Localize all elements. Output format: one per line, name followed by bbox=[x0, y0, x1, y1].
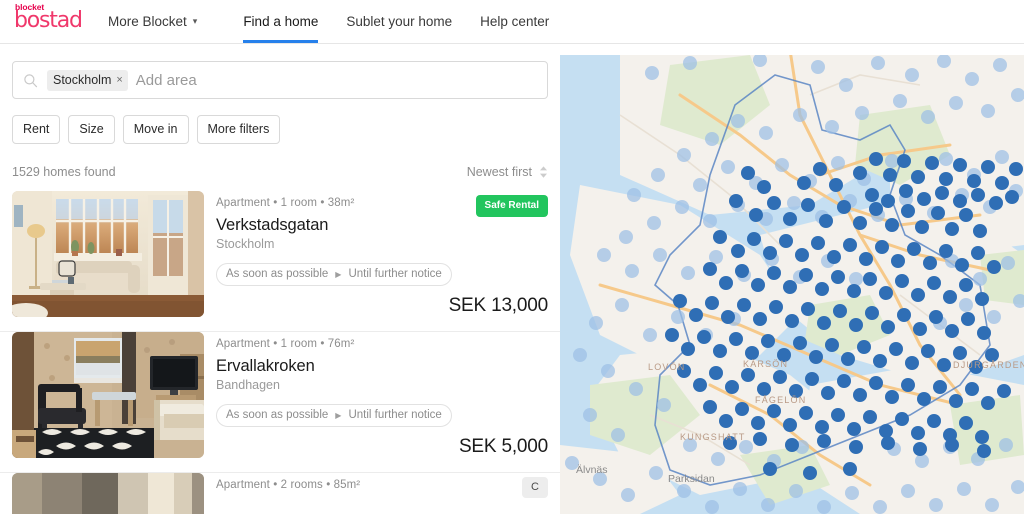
results-count: 1529 homes found bbox=[12, 165, 116, 179]
listing-meta: Apartment • 2 rooms • 85m² bbox=[216, 479, 361, 491]
status-badge: Safe Rental bbox=[475, 195, 548, 217]
sort-label: Newest first bbox=[466, 165, 532, 179]
filter-button-rent[interactable]: Rent bbox=[12, 115, 61, 144]
listing-title: Ervallakroken bbox=[216, 357, 315, 375]
listing-card[interactable]: Apartment • 2 rooms • 85m² C bbox=[0, 473, 560, 514]
main-navigation: More Blocket ▾ Find a home Sublet your h… bbox=[108, 0, 577, 43]
search-icon bbox=[24, 73, 38, 87]
availability-until: Until further notice bbox=[348, 268, 442, 280]
filter-button-move-in[interactable]: Move in bbox=[122, 115, 189, 144]
search-results-panel: Stockholm × Add area Rent Size Move in M… bbox=[0, 44, 560, 514]
nav-item-label: Sublet your home bbox=[346, 14, 453, 29]
filter-bar: Rent Size Move in More filters bbox=[0, 99, 560, 144]
search-input[interactable]: Stockholm × Add area bbox=[12, 61, 548, 99]
availability-from: As soon as possible bbox=[226, 268, 329, 280]
nav-item-help-center[interactable]: Help center bbox=[480, 0, 549, 43]
listing-details: Apartment • 1 room • 38m² Verkstadsgatan… bbox=[204, 191, 548, 317]
listing-list: Apartment • 1 room • 38m² Verkstadsgatan… bbox=[0, 191, 560, 514]
site-header: blocket bostad More Blocket ▾ Find a hom… bbox=[0, 0, 1024, 44]
listing-location: Stockholm bbox=[216, 237, 275, 251]
map-label: Älvnäs bbox=[576, 464, 608, 476]
listing-thumbnail[interactable] bbox=[12, 332, 204, 458]
search-area: Stockholm × Add area bbox=[0, 44, 560, 99]
map-label: FÅGELÖN bbox=[755, 395, 806, 405]
listing-card[interactable]: Apartment • 1 room • 76m² Ervallakroken … bbox=[0, 332, 560, 473]
map-panel[interactable]: LOVÖN KÄRSÖN FÅGELÖN KUNGSHATT DJURGÅRDE… bbox=[560, 55, 1024, 514]
listing-availability: As soon as possible ▶ Until further noti… bbox=[216, 404, 452, 427]
listing-thumbnail[interactable] bbox=[12, 191, 204, 317]
logo[interactable]: blocket bostad bbox=[14, 3, 86, 32]
listing-location: Bandhagen bbox=[216, 378, 280, 392]
nav-item-label: Find a home bbox=[243, 14, 319, 29]
logo-bostad-text: bostad bbox=[14, 7, 83, 33]
nav-item-find-a-home[interactable]: Find a home bbox=[243, 0, 318, 43]
filter-button-size[interactable]: Size bbox=[68, 115, 115, 144]
area-chip-label: Stockholm bbox=[53, 72, 112, 87]
listing-thumbnail[interactable] bbox=[12, 473, 204, 514]
listing-price: SEK 5,000 bbox=[458, 436, 548, 457]
living-room-with-bay-windows-image bbox=[12, 191, 204, 317]
area-chip-stockholm[interactable]: Stockholm × bbox=[47, 69, 128, 91]
nav-item-more-blocket[interactable]: More Blocket ▾ bbox=[108, 0, 197, 43]
beige-toned-interior-image bbox=[12, 473, 204, 514]
listing-title: Verkstadsgatan bbox=[216, 216, 329, 234]
availability-until: Until further notice bbox=[348, 409, 442, 421]
listing-price: SEK 13,000 bbox=[448, 295, 549, 316]
search-placeholder: Add area bbox=[135, 71, 197, 89]
status-badge: C bbox=[522, 477, 548, 498]
chevron-down-icon: ▾ bbox=[192, 16, 198, 26]
sort-control[interactable]: Newest first bbox=[467, 165, 548, 179]
listing-details: Apartment • 2 rooms • 85m² C bbox=[204, 473, 548, 514]
stockholm-map: LOVÖN KÄRSÖN FÅGELÖN KUNGSHATT DJURGÅRDE… bbox=[560, 55, 1024, 514]
map-label: Parksidan bbox=[668, 473, 715, 485]
filter-button-more-filters[interactable]: More filters bbox=[196, 115, 281, 144]
map-label: DJURGÅRDEN bbox=[953, 360, 1024, 370]
results-header: 1529 homes found Newest first bbox=[0, 144, 560, 179]
sort-updown-icon bbox=[540, 166, 547, 178]
map-label: KUNGSHATT bbox=[680, 432, 746, 442]
nav-item-label: More Blocket bbox=[108, 14, 187, 29]
arrow-right-icon: ▶ bbox=[335, 269, 342, 279]
listing-meta: Apartment • 1 room • 76m² bbox=[216, 338, 355, 350]
nav-item-label: Help center bbox=[480, 14, 550, 29]
room-with-tv-chair-and-bed-image bbox=[12, 332, 204, 458]
listing-availability: As soon as possible ▶ Until further noti… bbox=[216, 263, 452, 286]
arrow-right-icon: ▶ bbox=[335, 410, 342, 420]
map-label: KÄRSÖN bbox=[743, 359, 788, 369]
close-icon[interactable]: × bbox=[116, 74, 122, 86]
listing-details: Apartment • 1 room • 76m² Ervallakroken … bbox=[204, 332, 548, 458]
listing-card[interactable]: Apartment • 1 room • 38m² Verkstadsgatan… bbox=[0, 191, 560, 332]
availability-from: As soon as possible bbox=[226, 409, 329, 421]
map-label: LOVÖN bbox=[648, 362, 686, 372]
nav-item-sublet-your-home[interactable]: Sublet your home bbox=[346, 0, 452, 43]
